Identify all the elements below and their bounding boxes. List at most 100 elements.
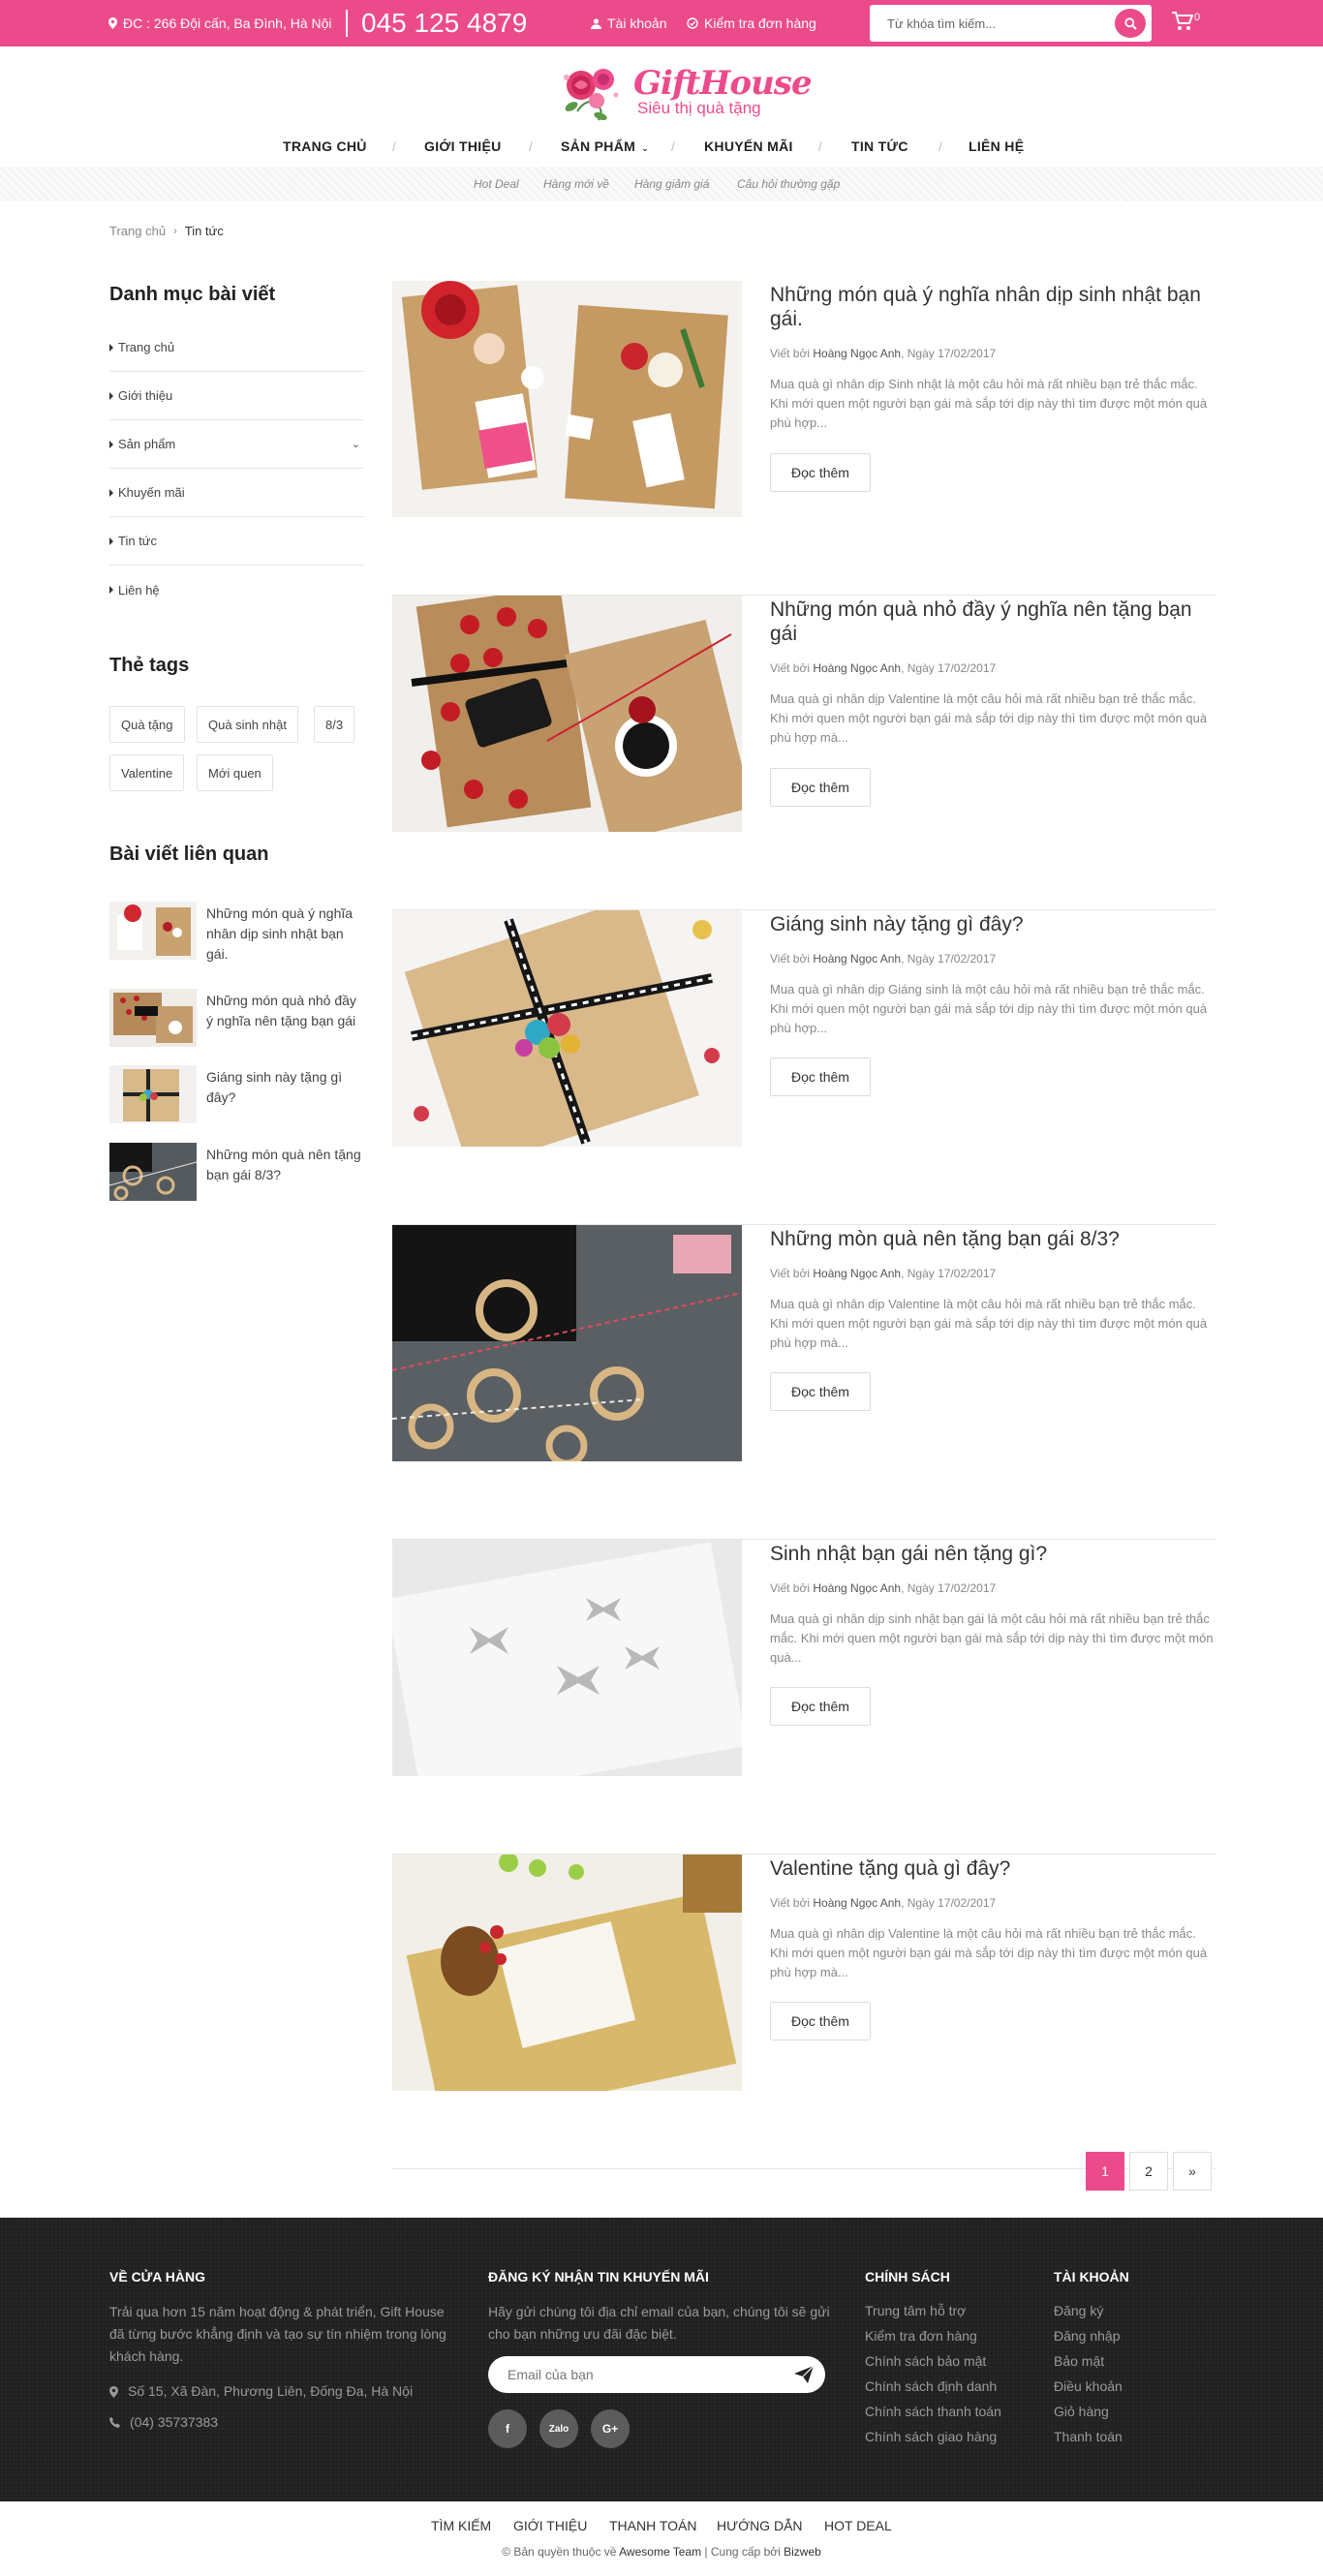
account-link[interactable]: Đăng nhập xyxy=(1054,2328,1121,2344)
category-label: Tin tức xyxy=(118,534,158,548)
facebook-icon[interactable]: f xyxy=(488,2409,527,2448)
cart-button[interactable]: 0 xyxy=(1172,12,1200,31)
category-item[interactable]: Liên hệ xyxy=(109,566,364,614)
read-more-button[interactable]: Đọc thêm xyxy=(770,768,871,807)
site-logo[interactable]: GiftHouse Siêu thị quà tặng xyxy=(558,58,813,128)
page-1-button[interactable]: 1 xyxy=(1086,2152,1124,2191)
policy-link[interactable]: Kiểm tra đơn hàng xyxy=(865,2328,977,2344)
search-input[interactable] xyxy=(887,13,1100,34)
subnav-discounts[interactable]: Hàng giảm giá xyxy=(634,177,709,191)
post-image[interactable] xyxy=(392,910,742,1147)
policy-link[interactable]: Trung tâm hỗ trợ xyxy=(865,2303,966,2318)
post-title[interactable]: Sinh nhật bạn gái nên tặng gì? xyxy=(770,1542,1215,1566)
category-item[interactable]: Khuyến mãi xyxy=(109,469,364,517)
chevron-down-icon[interactable]: ⌄ xyxy=(352,438,360,450)
category-item[interactable]: Trang chủ xyxy=(109,323,364,372)
tag-chip[interactable]: Valentine xyxy=(109,754,185,791)
post-title[interactable]: Những món quà ý nghĩa nhân dịp sinh nhật… xyxy=(770,283,1215,331)
post-title[interactable]: Những món quà nhỏ đầy ý nghĩa nên tặng b… xyxy=(770,598,1215,646)
policy-link[interactable]: Chính sách giao hàng xyxy=(865,2429,997,2444)
search-box xyxy=(870,5,1152,42)
policy-link[interactable]: Chính sách bảo mật xyxy=(865,2353,986,2369)
nav-item-promotions[interactable]: KHUYẾN MÃI xyxy=(704,138,793,154)
post-author: Hoàng Ngọc Anh xyxy=(813,952,902,966)
subnav-faq[interactable]: Câu hỏi thường gặp xyxy=(737,177,840,191)
categories-title: Danh mục bài viết xyxy=(109,284,276,305)
category-item[interactable]: Giới thiệu xyxy=(109,372,364,420)
bottom-nav-about[interactable]: GIỚI THIỆU xyxy=(513,2518,587,2533)
account-link[interactable]: Bảo mật xyxy=(1054,2353,1104,2369)
nav-item-home[interactable]: TRANG CHỦ xyxy=(283,138,367,154)
tag-chip[interactable]: Quà tặng xyxy=(109,706,185,743)
nav-item-contact[interactable]: LIÊN HỆ xyxy=(969,138,1024,154)
bottom-nav-payment[interactable]: THANH TOÁN xyxy=(609,2518,697,2533)
send-icon[interactable] xyxy=(794,2366,814,2383)
post-title[interactable]: Valentine tặng quà gì đây? xyxy=(770,1856,1215,1881)
related-post[interactable]: Giáng sinh này tặng gì đây? xyxy=(109,1065,371,1127)
bottom-nav-hot-deal[interactable]: HOT DEAL xyxy=(824,2518,892,2533)
policy-link[interactable]: Chính sách định danh xyxy=(865,2378,997,2394)
bottom-nav-search[interactable]: TÌM KIẾM xyxy=(431,2518,491,2533)
nav-item-news[interactable]: TIN TỨC xyxy=(851,138,908,154)
page-2-button[interactable]: 2 xyxy=(1129,2152,1168,2191)
user-icon xyxy=(591,17,601,29)
nav-item-products[interactable]: SẢN PHẨM ⌄ xyxy=(561,138,649,154)
read-more-button[interactable]: Đọc thêm xyxy=(770,2002,871,2040)
copyright-prefix: © Bản quyền thuộc về xyxy=(502,2545,620,2559)
tag-chip[interactable]: Quà sinh nhật xyxy=(197,706,298,743)
post-title[interactable]: Giáng sinh này tặng gì đây? xyxy=(770,912,1215,936)
account-link[interactable]: Thanh toán xyxy=(1054,2429,1123,2444)
category-item[interactable]: Tin tức xyxy=(109,517,364,566)
read-more-button[interactable]: Đọc thêm xyxy=(770,1372,871,1411)
post-excerpt: Mua quà gì nhân dịp Valentine là một câu… xyxy=(770,1926,1208,1979)
footer-phone-text: (04) 35737383 xyxy=(130,2414,219,2430)
read-more-button[interactable]: Đọc thêm xyxy=(770,453,871,492)
account-link[interactable]: Điều khoản xyxy=(1054,2378,1123,2394)
post-by: Viết bởi xyxy=(770,1581,811,1595)
google-plus-icon[interactable]: G+ xyxy=(591,2409,630,2448)
map-pin-icon xyxy=(108,17,117,29)
post-image[interactable] xyxy=(392,596,742,832)
post-image[interactable] xyxy=(392,1540,742,1776)
newsletter-email-input[interactable] xyxy=(508,2366,779,2383)
related-post[interactable]: Những món quà nhỏ đầy ý nghĩa nên tặng b… xyxy=(109,989,371,1051)
account-link[interactable]: Đăng ký xyxy=(1054,2303,1103,2318)
post-image[interactable] xyxy=(392,1855,742,2091)
nav-separator: / xyxy=(392,139,396,154)
post-image[interactable] xyxy=(392,281,742,517)
caret-right-icon xyxy=(109,586,113,594)
related-post[interactable]: Những món quà ý nghĩa nhân dịp sinh nhật… xyxy=(109,902,371,964)
cart-icon xyxy=(1172,12,1193,30)
copyright-owner[interactable]: Awesome Team xyxy=(619,2545,701,2559)
nav-separator: / xyxy=(818,139,822,154)
breadcrumb-home[interactable]: Trang chủ xyxy=(109,224,166,238)
copyright-mid: | Cung cấp bởi xyxy=(701,2545,785,2559)
post-title[interactable]: Những mòn quà nên tặng bạn gái 8/3? xyxy=(770,1227,1215,1251)
account-link[interactable]: Tài khoản xyxy=(591,15,666,31)
rose-logo-icon xyxy=(564,69,619,121)
read-more-button[interactable]: Đọc thêm xyxy=(770,1687,871,1726)
zalo-icon[interactable]: Zalo xyxy=(539,2409,578,2448)
read-more-button[interactable]: Đọc thêm xyxy=(770,1058,871,1096)
top-bar: ĐC : 266 Đội cấn, Ba Đình, Hà Nội 045 12… xyxy=(0,0,1323,46)
subnav-hot-deal[interactable]: Hot Deal xyxy=(474,177,519,191)
category-item[interactable]: Sản phẩm ⌄ xyxy=(109,420,364,469)
footer-about-title: VỀ CỬA HÀNG xyxy=(109,2269,205,2285)
bottom-nav-guide[interactable]: HƯỚNG DẪN xyxy=(717,2518,803,2533)
tag-chip[interactable]: 8/3 xyxy=(314,706,355,743)
subnav-new-arrivals[interactable]: Hàng mới về xyxy=(543,177,609,191)
post-by: Viết bởi xyxy=(770,952,811,966)
post-image[interactable] xyxy=(392,1225,742,1461)
order-check-link[interactable]: Kiểm tra đơn hàng xyxy=(687,15,816,31)
tag-chip[interactable]: Mới quen xyxy=(197,754,273,791)
search-button[interactable] xyxy=(1115,9,1146,38)
copyright-provider[interactable]: Bizweb xyxy=(784,2545,821,2559)
nav-item-about[interactable]: GIỚI THIỆU xyxy=(424,138,502,154)
breadcrumb-current: Tin tức xyxy=(184,224,224,238)
category-label: Sản phẩm xyxy=(118,437,176,451)
hotline[interactable]: 045 125 4879 xyxy=(361,8,527,39)
next-page-button[interactable]: » xyxy=(1173,2152,1212,2191)
policy-link[interactable]: Chính sách thanh toán xyxy=(865,2404,1001,2419)
related-post[interactable]: Những món quà nên tặng bạn gái 8/3? xyxy=(109,1143,371,1205)
account-link[interactable]: Giỏ hàng xyxy=(1054,2404,1109,2419)
